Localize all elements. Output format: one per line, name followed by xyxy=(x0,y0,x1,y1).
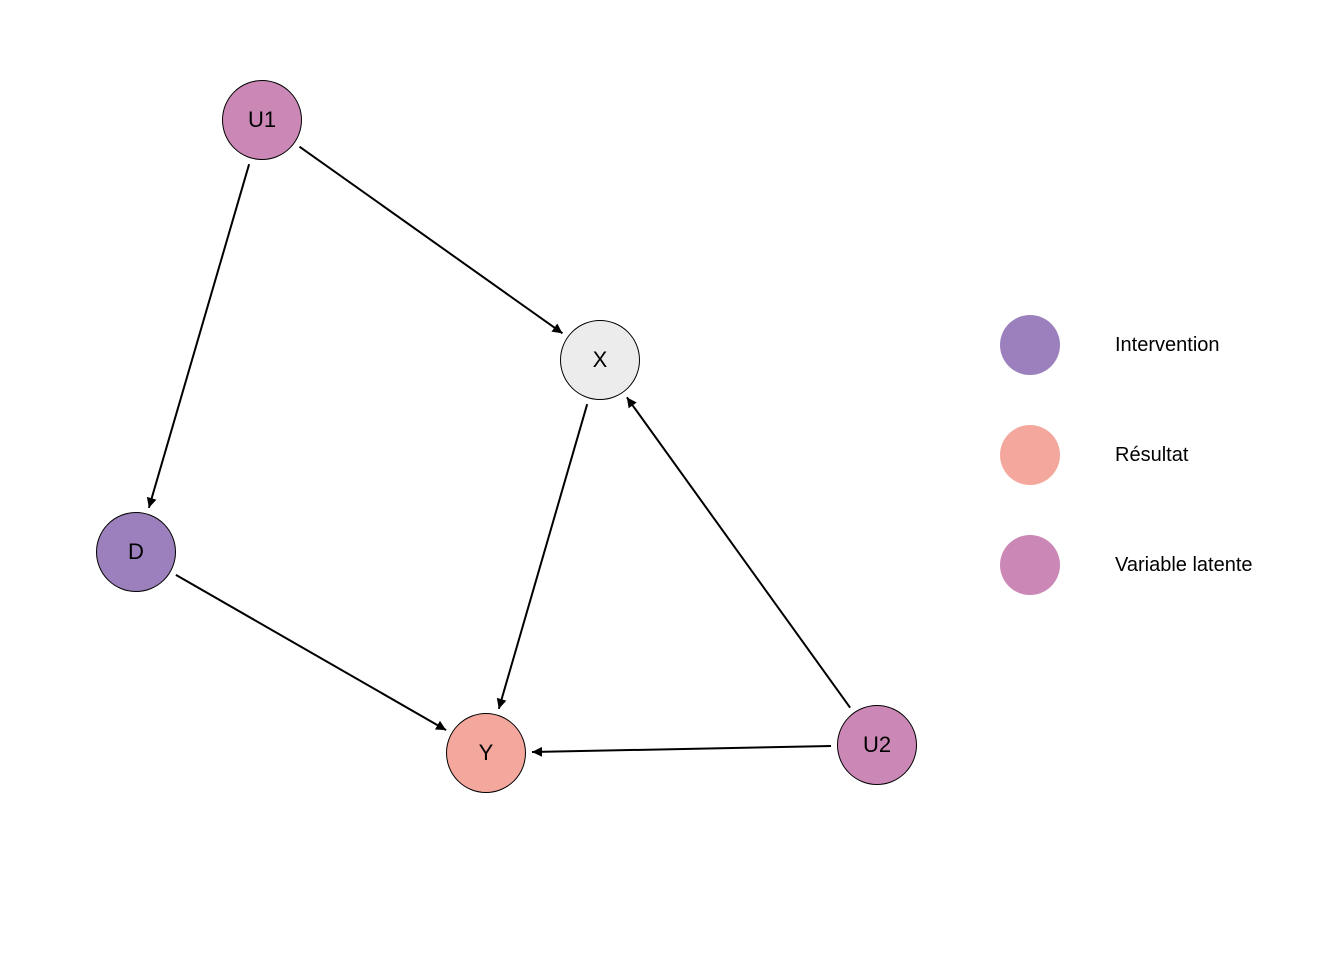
node-x-label: X xyxy=(593,347,608,373)
node-u2-label: U2 xyxy=(863,732,891,758)
legend-label-result: Résultat xyxy=(1115,444,1188,467)
edge-u2-y xyxy=(532,746,831,752)
node-u2: U2 xyxy=(837,705,917,785)
diagram-canvas: U1 X D Y U2 Intervention Résultat Variab… xyxy=(0,0,1344,960)
legend-row-latent: Variable latente xyxy=(1000,510,1253,620)
legend-swatch-intervention xyxy=(1000,315,1060,375)
legend-swatch-latent xyxy=(1000,535,1060,595)
node-x: X xyxy=(560,320,640,400)
legend-swatch-result xyxy=(1000,425,1060,485)
legend-label-latent: Variable latente xyxy=(1115,554,1253,577)
edge-d-y xyxy=(176,575,446,730)
legend-row-intervention: Intervention xyxy=(1000,290,1253,400)
legend-row-result: Résultat xyxy=(1000,400,1253,510)
node-u1-label: U1 xyxy=(248,107,276,133)
edge-u1-d xyxy=(149,164,249,508)
node-y-label: Y xyxy=(479,740,494,766)
node-u1: U1 xyxy=(222,80,302,160)
legend: Intervention Résultat Variable latente xyxy=(1000,290,1253,620)
edge-x-y xyxy=(499,404,587,709)
legend-label-intervention: Intervention xyxy=(1115,334,1220,357)
edge-u1-x xyxy=(300,147,563,334)
node-y: Y xyxy=(446,713,526,793)
edge-u2-x xyxy=(627,397,850,707)
node-d-label: D xyxy=(128,539,144,565)
node-d: D xyxy=(96,512,176,592)
